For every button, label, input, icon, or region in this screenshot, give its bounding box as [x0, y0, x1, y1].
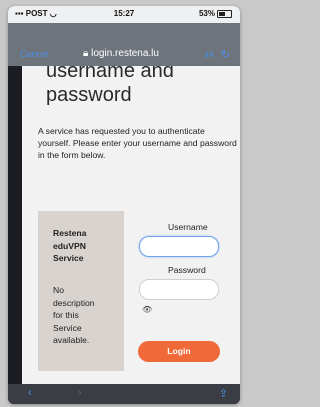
password-label: Password: [168, 265, 206, 275]
battery-info: 53%: [199, 9, 232, 18]
service-desc-line: Service: [53, 322, 82, 333]
text-size-button[interactable]: aA: [204, 50, 214, 59]
share-icon[interactable]: ⇪: [219, 387, 228, 400]
service-desc-line: No: [53, 285, 64, 295]
service-name-line: eduVPN: [53, 240, 86, 251]
service-name-line: Service: [53, 253, 84, 263]
intro-text: A service has requested you to authentic…: [38, 126, 237, 161]
browser-address-bar: Cancel 🔒︎ login.restena.lu aA ↻: [8, 23, 240, 66]
browser-toolbar: ‹ › ⇪: [8, 384, 240, 404]
lock-icon: 🔒︎: [83, 48, 89, 59]
service-desc-line: description: [53, 297, 95, 308]
back-icon[interactable]: ‹: [28, 387, 32, 399]
username-label: Username: [168, 222, 208, 232]
url-field[interactable]: 🔒︎ login.restena.lu: [56, 48, 186, 59]
service-name: Restena eduVPN Service: [53, 227, 86, 265]
title-line-2: password: [46, 84, 132, 106]
forward-icon[interactable]: ›: [78, 387, 82, 399]
status-bar: ▪▪▪ POST ◡ 15:27 53%: [8, 6, 240, 23]
service-desc-line: for this: [53, 310, 79, 320]
battery-percent: 53%: [198, 9, 215, 18]
phone-screen: ▪▪▪ POST ◡ 15:27 53% Cancel 🔒︎ login.res…: [8, 6, 240, 404]
reload-icon[interactable]: ↻: [221, 48, 230, 61]
battery-icon: [217, 9, 232, 18]
service-desc-line: available.: [53, 335, 90, 345]
service-name-line: Restena: [53, 228, 87, 238]
password-field[interactable]: [139, 279, 219, 300]
login-button[interactable]: Login: [138, 341, 220, 362]
service-panel: Restena eduVPN Service No description fo…: [38, 211, 124, 371]
page-title: username and password: [46, 66, 174, 107]
cancel-button[interactable]: Cancel: [20, 49, 48, 59]
service-description: No description for this Service availabl…: [53, 284, 95, 347]
eye-icon[interactable]: 👁︎: [142, 305, 152, 314]
url-text: login.restena.lu: [91, 48, 159, 59]
title-line-1: username and: [46, 66, 174, 82]
username-field[interactable]: [139, 236, 219, 257]
battery-level: [219, 11, 225, 16]
login-page: username and password A service has requ…: [22, 66, 240, 384]
